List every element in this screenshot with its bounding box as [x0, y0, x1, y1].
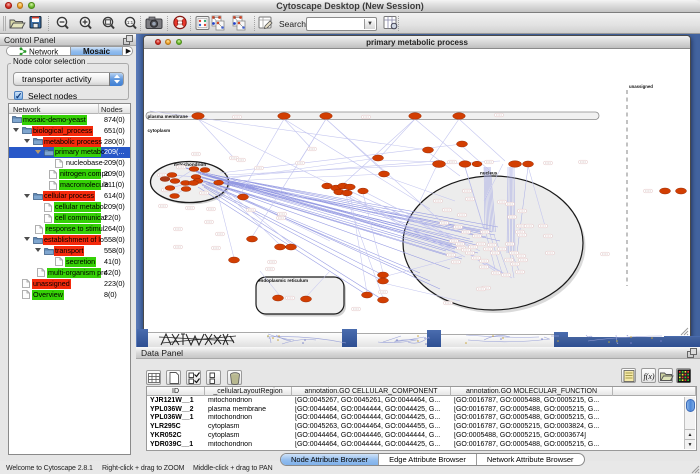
- svg-text:cytoplasm: cytoplasm: [148, 128, 171, 133]
- svg-text:plasma membrane: plasma membrane: [148, 114, 189, 119]
- svg-text:nucleus: nucleus: [480, 171, 498, 176]
- svg-text:1:1: 1:1: [127, 20, 134, 25]
- svg-text:f(x): f(x): [643, 372, 654, 381]
- svg-text:endoplasmic reticulum: endoplasmic reticulum: [258, 278, 308, 283]
- svg-text:unassigned: unassigned: [629, 84, 653, 89]
